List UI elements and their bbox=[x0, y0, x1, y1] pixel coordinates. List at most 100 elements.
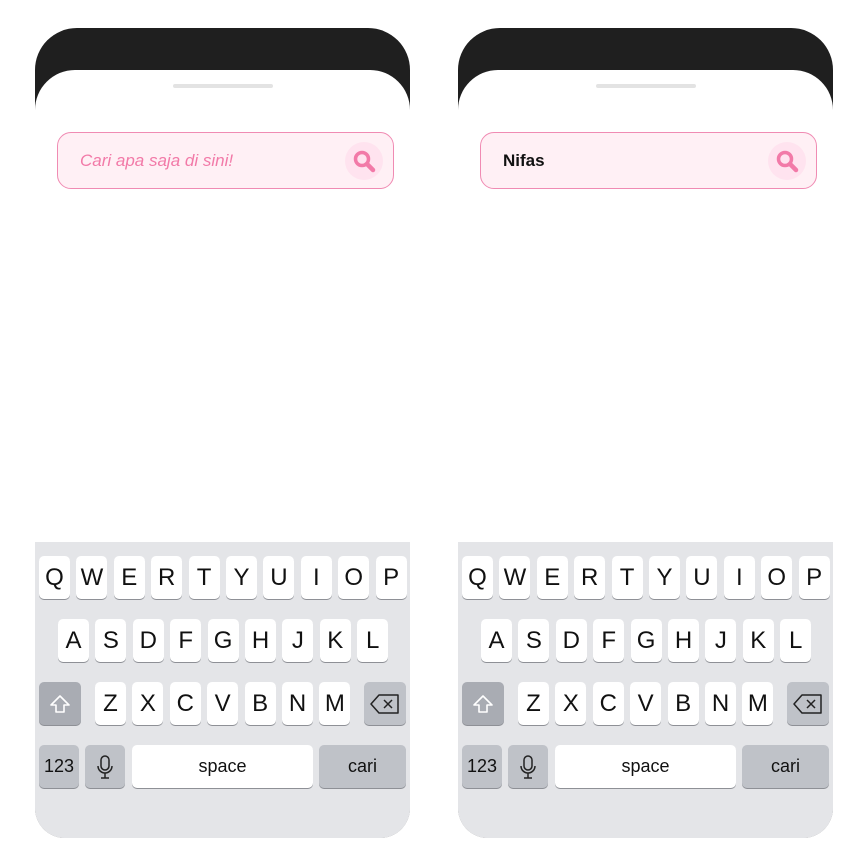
key-g[interactable]: G bbox=[630, 619, 662, 662]
key-d[interactable]: D bbox=[555, 619, 587, 662]
key-label: X bbox=[562, 689, 579, 717]
key-m[interactable]: M bbox=[319, 682, 351, 725]
search-icon bbox=[353, 150, 376, 172]
key-t[interactable]: T bbox=[611, 556, 643, 599]
space-key[interactable]: space bbox=[132, 745, 313, 788]
key-s[interactable]: S bbox=[518, 619, 550, 662]
search-button[interactable] bbox=[768, 141, 806, 180]
key-q[interactable]: Q bbox=[39, 556, 70, 599]
numbers-key[interactable]: 123 bbox=[462, 745, 502, 788]
key-n[interactable]: N bbox=[705, 682, 736, 725]
key-label: H bbox=[674, 626, 693, 654]
key-v[interactable]: V bbox=[630, 682, 662, 725]
key-label: cari bbox=[770, 756, 800, 776]
key-label: V bbox=[637, 689, 654, 717]
key-i[interactable]: I bbox=[300, 556, 332, 599]
key-j[interactable]: J bbox=[282, 619, 314, 662]
key-label: Z bbox=[526, 689, 541, 717]
sheet-handle[interactable] bbox=[172, 84, 273, 88]
key-t[interactable]: T bbox=[188, 556, 220, 599]
key-label: C bbox=[176, 689, 194, 717]
key-c[interactable]: C bbox=[592, 682, 624, 725]
key-h[interactable]: H bbox=[668, 619, 699, 662]
key-z[interactable]: Z bbox=[518, 682, 549, 725]
key-l[interactable]: L bbox=[357, 619, 389, 662]
microphone-key[interactable] bbox=[508, 745, 548, 788]
shift-icon bbox=[50, 694, 70, 713]
key-y[interactable]: Y bbox=[649, 556, 680, 599]
key-h[interactable]: H bbox=[245, 619, 276, 662]
key-s[interactable]: S bbox=[95, 619, 127, 662]
key-o[interactable]: O bbox=[338, 556, 370, 599]
search-action-key[interactable]: cari bbox=[742, 745, 829, 788]
sheet-handle[interactable] bbox=[595, 84, 696, 88]
key-p[interactable]: P bbox=[375, 556, 407, 599]
key-o[interactable]: O bbox=[761, 556, 793, 599]
key-c[interactable]: C bbox=[169, 682, 201, 725]
space-key[interactable]: space bbox=[555, 745, 736, 788]
backspace-key[interactable] bbox=[364, 682, 406, 725]
key-y[interactable]: Y bbox=[226, 556, 257, 599]
search-input[interactable]: Cari apa saja di sini! bbox=[80, 151, 345, 171]
key-label: R bbox=[581, 563, 599, 591]
key-label: A bbox=[488, 626, 505, 654]
search-bar[interactable]: Nifas bbox=[480, 132, 817, 189]
phone-screen-empty: Cari apa saja di sini! QWERTYUIOP ASDFGHJ… bbox=[35, 28, 410, 838]
keyboard: Q W E R T Y U I O P A S D F G H J K L Z X C V B N M 123 space cari bbox=[35, 542, 410, 838]
key-l[interactable]: L bbox=[780, 619, 812, 662]
key-r[interactable]: R bbox=[151, 556, 183, 599]
key-w[interactable]: W bbox=[76, 556, 108, 599]
key-i[interactable]: I bbox=[723, 556, 755, 599]
numbers-key[interactable]: 123 bbox=[39, 745, 79, 788]
key-label: E bbox=[544, 563, 561, 591]
key-m[interactable]: M bbox=[742, 682, 774, 725]
key-b[interactable]: B bbox=[667, 682, 699, 725]
key-e[interactable]: E bbox=[536, 556, 568, 599]
shift-key[interactable] bbox=[462, 682, 504, 725]
search-icon bbox=[776, 150, 799, 172]
key-b[interactable]: B bbox=[244, 682, 276, 725]
key-g[interactable]: G bbox=[207, 619, 239, 662]
key-label: Q bbox=[468, 563, 487, 591]
key-f[interactable]: F bbox=[593, 619, 625, 662]
shift-key[interactable] bbox=[39, 682, 81, 725]
backspace-key[interactable] bbox=[787, 682, 829, 725]
key-k[interactable]: K bbox=[742, 619, 774, 662]
search-action-key[interactable]: cari bbox=[319, 745, 406, 788]
key-label: K bbox=[750, 626, 767, 654]
key-x[interactable]: X bbox=[132, 682, 164, 725]
key-label: N bbox=[711, 689, 730, 717]
key-label: 123 bbox=[43, 756, 75, 776]
key-d[interactable]: D bbox=[132, 619, 164, 662]
key-a[interactable]: A bbox=[58, 619, 89, 662]
key-e[interactable]: E bbox=[113, 556, 145, 599]
key-p[interactable]: P bbox=[798, 556, 830, 599]
key-r[interactable]: R bbox=[574, 556, 606, 599]
key-k[interactable]: K bbox=[319, 619, 351, 662]
key-u[interactable]: U bbox=[686, 556, 718, 599]
search-bar[interactable]: Cari apa saja di sini! bbox=[57, 132, 394, 189]
key-j[interactable]: J bbox=[705, 619, 737, 662]
microphone-key[interactable] bbox=[85, 745, 125, 788]
key-x[interactable]: X bbox=[555, 682, 587, 725]
backspace-icon bbox=[793, 693, 822, 714]
key-label: W bbox=[503, 563, 527, 591]
key-v[interactable]: V bbox=[207, 682, 239, 725]
key-label: space bbox=[621, 756, 670, 776]
key-u[interactable]: U bbox=[263, 556, 295, 599]
key-q[interactable]: Q bbox=[462, 556, 493, 599]
phone-screen-typed: Nifas Q W E R T Y U I O P A S D F G H J K L Z X C V B N M 123 space… bbox=[458, 28, 833, 838]
key-a[interactable]: A bbox=[481, 619, 512, 662]
key-label: Y bbox=[656, 563, 673, 591]
keyboard: Q W E R T Y U I O P A S D F G H J K L Z X C V B N M 123 space cari bbox=[458, 542, 833, 838]
key-label: O bbox=[344, 563, 364, 591]
search-button[interactable] bbox=[345, 141, 383, 180]
key-label: I bbox=[312, 563, 320, 591]
key-label: B bbox=[252, 689, 269, 717]
key-w[interactable]: W bbox=[499, 556, 531, 599]
search-input[interactable]: Nifas bbox=[503, 151, 768, 171]
shift-icon bbox=[473, 694, 493, 713]
key-z[interactable]: Z bbox=[95, 682, 126, 725]
key-n[interactable]: N bbox=[282, 682, 313, 725]
key-f[interactable]: F bbox=[170, 619, 202, 662]
